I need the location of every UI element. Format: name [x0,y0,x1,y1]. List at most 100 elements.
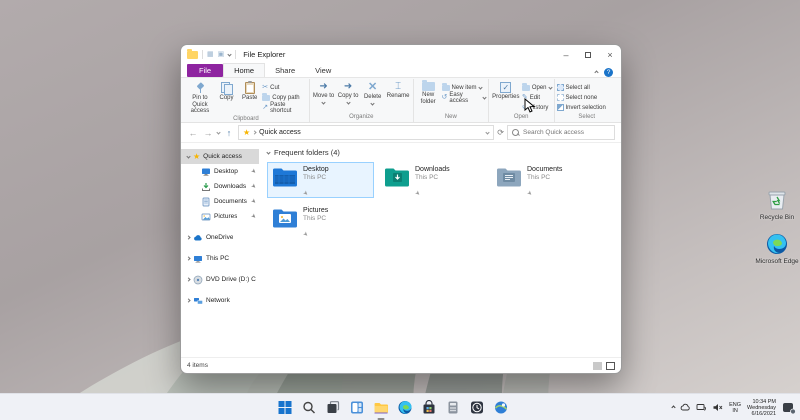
minimize-button[interactable]: – [555,47,577,62]
tile-name: Documents [527,166,562,174]
cut-button[interactable]: ✂ Cut [262,83,307,92]
chevron-down-icon [482,95,486,99]
address-dropdown-chevron-icon[interactable] [486,130,490,134]
copy-to-button[interactable]: ➜ Copy to [336,80,360,104]
chevron-collapsed-icon[interactable] [186,235,190,239]
close-button[interactable]: × [599,47,621,62]
breadcrumb-location: Quick access [259,129,301,136]
search-input[interactable] [523,129,610,136]
start-button[interactable] [277,399,294,416]
sidebar-item-this-pc[interactable]: This PC [181,251,259,266]
refresh-icon[interactable]: ⟳ [497,128,504,137]
widgets-button[interactable] [349,399,366,416]
task-view-button[interactable] [325,399,342,416]
clock-app-button[interactable] [469,399,486,416]
pinned-icon: ➤ [301,230,310,239]
delete-button[interactable]: ✕ Delete [361,80,385,105]
tab-file[interactable]: File [187,64,223,77]
group-label-open: Open [491,113,552,122]
maximize-button[interactable] [577,47,599,62]
section-collapse-chevron-icon[interactable] [266,150,270,154]
quick-access-star-icon: ★ [243,128,250,137]
onedrive-tray-icon[interactable] [680,402,691,413]
forward-button[interactable]: → [202,128,214,138]
store-button[interactable] [421,399,438,416]
move-to-icon: ➜ [319,82,327,92]
tab-view[interactable]: View [305,64,341,77]
file-explorer-taskbar-button[interactable] [373,399,390,416]
sidebar-item-onedrive[interactable]: OneDrive [181,230,259,245]
paste-button[interactable]: Paste [238,80,261,102]
tab-share[interactable]: Share [265,64,305,77]
chevron-collapsed-icon[interactable] [186,277,190,281]
move-to-button[interactable]: ➜ Move to [312,80,336,104]
sidebar-item-network[interactable]: Network [181,293,259,308]
globe-app-button[interactable] [493,399,510,416]
documents-icon [201,197,211,207]
help-icon[interactable]: ? [604,68,613,77]
sidebar-item-downloads[interactable]: Downloads ➤ [181,179,259,194]
qat-customize-chevron-icon[interactable] [228,52,232,56]
back-button[interactable]: ← [187,128,199,138]
button-label: New folder [416,92,441,105]
notification-icon[interactable] [782,401,796,415]
chevron-collapsed-icon[interactable] [186,256,190,260]
button-label: Move to [313,93,334,100]
recent-locations-chevron-icon[interactable] [216,130,220,134]
button-label: Select all [566,85,590,91]
folder-tile-pictures[interactable]: Pictures This PC ➤ [267,203,374,239]
button-label: Properties [492,94,519,101]
invert-selection-button[interactable]: Invert selection [557,103,606,112]
desktop-icon-recycle-bin[interactable]: Recycle Bin [751,188,800,221]
search-icon [512,129,520,137]
network-tray-icon[interactable] [696,402,707,413]
select-all-button[interactable]: Select all [557,83,606,92]
search-button[interactable] [301,399,318,416]
pin-to-quick-access-button[interactable]: Pin to Quick access [185,80,215,115]
easy-access-button[interactable]: ↺ Easy access [442,93,486,102]
tab-home[interactable]: Home [223,63,265,77]
folder-tile-desktop[interactable]: Desktop This PC ➤ [267,162,374,198]
chevron-expanded-icon[interactable] [186,154,190,158]
task-view-icon [326,400,341,415]
select-none-button[interactable]: Select none [557,93,606,102]
volume-tray-icon[interactable] [712,402,723,413]
chevron-collapsed-icon[interactable] [186,298,190,302]
edge-icon [398,400,413,415]
titlebar[interactable]: ▦ ▣ File Explorer – × [181,45,621,62]
clock[interactable]: 10:34 PM Wednesday 6/16/2021 [747,399,776,417]
folder-tile-downloads[interactable]: Downloads This PC ➤ [379,162,486,198]
sidebar-item-documents[interactable]: Documents ➤ [181,194,259,209]
button-label: New item [452,85,477,91]
paste-shortcut-button[interactable]: ↗ Paste shortcut [262,103,307,112]
sidebar-item-desktop[interactable]: Desktop ➤ [181,164,259,179]
item-count: 4 items [187,362,208,369]
search-box[interactable] [507,125,615,140]
folder-tile-documents[interactable]: Documents This PC ➤ [491,162,598,198]
rename-button[interactable]: ⌶ Rename [385,80,410,100]
open-button[interactable]: Open [522,83,552,92]
qat-newfolder-icon[interactable]: ▣ [218,51,225,58]
breadcrumb[interactable]: ★ Quick access [238,125,494,140]
recycle-bin-icon [765,188,789,212]
sidebar-item-dvd-drive[interactable]: DVD Drive (D:) CCCC [181,272,259,287]
details-view-icon[interactable] [593,362,602,370]
new-folder-button[interactable]: New folder [416,80,441,105]
desktop-icon-microsoft-edge[interactable]: Microsoft Edge [751,232,800,265]
edge-taskbar-button[interactable] [397,399,414,416]
language-indicator[interactable]: ENG IN [729,402,741,414]
large-icons-view-icon[interactable] [606,362,615,370]
easy-access-icon: ↺ [442,94,448,101]
qat-properties-icon[interactable]: ▦ [207,51,214,58]
tile-name: Downloads [415,166,450,174]
hidden-icons-chevron[interactable] [672,405,676,409]
calculator-button[interactable] [445,399,462,416]
sidebar-item-pictures[interactable]: Pictures ➤ [181,209,259,224]
copy-button[interactable]: Copy [216,80,237,102]
sidebar-item-quick-access[interactable]: ★ Quick access [181,149,259,164]
up-button[interactable]: ↑ [223,128,235,138]
store-icon [422,400,437,415]
properties-button[interactable]: ✓ Properties [491,80,521,101]
minimize-ribbon-chevron-icon[interactable] [594,70,598,74]
pinned-icon: ➤ [249,197,258,206]
